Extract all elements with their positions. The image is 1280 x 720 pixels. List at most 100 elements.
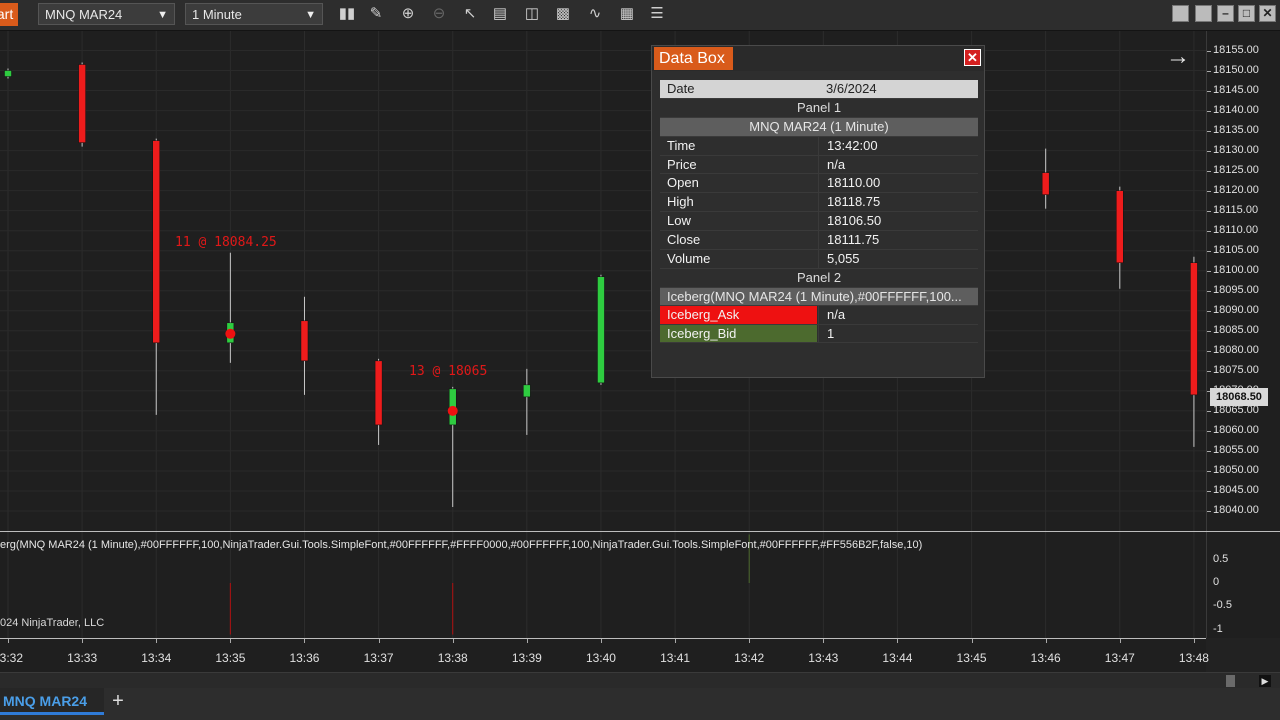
candlestick-chart	[0, 31, 1206, 638]
price-tick-mark	[1207, 490, 1211, 492]
row-label: Low	[667, 213, 691, 229]
price-tick-label: 18085.00	[1213, 323, 1259, 336]
indicator-parameters-label: erg(MNQ MAR24 (1 Minute),#00FFFFFF,100,N…	[0, 539, 923, 551]
price-tick-label: 18115.00	[1213, 203, 1259, 216]
price-tick-mark	[1207, 410, 1211, 412]
price-tick-label: 18040.00	[1213, 504, 1259, 516]
list-item: Price n/a	[660, 155, 978, 175]
iceberg-marker	[225, 328, 236, 339]
row-value: 13:42:00	[818, 136, 978, 155]
maximize-icon[interactable]: □	[1238, 5, 1255, 22]
tab-mnq-mar24[interactable]: MNQ MAR24	[0, 688, 104, 715]
price-tick-mark	[1207, 330, 1211, 332]
price-tick-label: 18110.00	[1213, 223, 1259, 236]
data-box-window[interactable]: Data Box ✕ Date 3/6/2024 Panel 1 MNQ MAR…	[651, 45, 985, 378]
price-tick-mark	[1207, 90, 1211, 92]
indicator-tick-label: -0.5	[1213, 599, 1232, 612]
candle-body	[523, 384, 531, 398]
candle-body	[597, 276, 605, 384]
price-tick-label: 18080.00	[1213, 343, 1259, 356]
list-item: Time 13:42:00	[660, 136, 978, 156]
price-tick-label: 18050.00	[1213, 463, 1259, 476]
candle-body	[78, 64, 86, 143]
price-tick-label: 18125.00	[1213, 163, 1259, 176]
iceberg-bid-row: Iceberg_Bid 1	[660, 324, 978, 344]
price-tick-label: 18130.00	[1213, 143, 1259, 156]
price-tick-label: 18075.00	[1213, 363, 1259, 376]
row-value: 5,055	[818, 250, 978, 268]
price-tick-mark	[1207, 50, 1211, 52]
iceberg-bid-label: Iceberg_Bid	[660, 324, 817, 343]
price-tick-mark	[1207, 370, 1211, 372]
price-tick-label: 18090.00	[1213, 303, 1259, 316]
price-tick-mark	[1207, 511, 1211, 512]
iceberg-ask-label: Iceberg_Ask	[660, 305, 817, 324]
add-tab-button[interactable]: +	[107, 690, 129, 714]
candle-body	[1116, 190, 1124, 263]
price-axis[interactable]: 18155.00 18150.00 18145.00 18140.00 18135.00…	[1206, 31, 1280, 531]
price-tick-mark	[1207, 430, 1211, 432]
price-tick-label: 18095.00	[1213, 283, 1259, 296]
price-tick-mark	[1207, 150, 1211, 152]
iceberg-annotation: 11 @ 18084.25	[175, 235, 277, 250]
instrument-row: MNQ MAR24 (1 Minute)	[660, 117, 978, 137]
price-tick-label: 18120.00	[1213, 183, 1259, 196]
row-value: 18106.50	[818, 212, 978, 231]
iceberg-bid-value: 1	[818, 324, 978, 343]
list-item: Volume 5,055	[660, 250, 978, 269]
panel-2-header: Panel 2	[660, 269, 978, 288]
list-item: Open 18110.00	[660, 174, 978, 194]
price-tick-mark	[1207, 350, 1211, 352]
scroll-right-icon[interactable]: ▶	[1259, 675, 1271, 687]
price-tick-label: 18055.00	[1213, 443, 1259, 456]
price-tick-mark	[1207, 230, 1211, 232]
price-tick-mark	[1207, 270, 1211, 272]
row-label: Close	[667, 232, 701, 248]
candle-body	[152, 140, 160, 344]
iceberg-ask-value: n/a	[818, 305, 978, 324]
price-tick-mark	[1207, 110, 1211, 112]
price-tick-mark	[1207, 290, 1211, 292]
price-tick-label: 18150.00	[1213, 63, 1259, 76]
price-tick-mark	[1207, 170, 1211, 172]
price-tick-label: 18155.00	[1213, 43, 1259, 56]
scroll-thumb[interactable]	[1226, 675, 1235, 687]
indicator-axis[interactable]: 0.5 0 -0.5 -1	[1206, 532, 1280, 638]
price-tick-mark	[1207, 250, 1211, 252]
price-tick-mark	[1207, 70, 1211, 72]
candle-body	[1041, 172, 1050, 195]
row-label: High	[667, 194, 694, 210]
price-tick-mark	[1207, 470, 1211, 472]
list-item: High 18118.75	[660, 193, 978, 213]
row-label: Volume	[667, 251, 711, 267]
row-value: 18111.75	[818, 231, 978, 250]
close-icon[interactable]: ✕	[964, 49, 981, 66]
data-box-title: Data Box	[654, 47, 733, 70]
iceberg-ask-row: Iceberg_Ask n/a	[660, 305, 978, 325]
tab-bar: MNQ MAR24 +	[0, 688, 1280, 720]
row-label: Time	[667, 137, 696, 153]
indicator-tick-label: 0	[1213, 576, 1220, 588]
date-value: 3/6/2024	[826, 81, 877, 96]
minimize-icon[interactable]: –	[1217, 5, 1234, 22]
date-label: Date	[667, 81, 695, 96]
candle-body	[1190, 262, 1198, 396]
price-tick-label: 18145.00	[1213, 83, 1259, 96]
close-window-icon[interactable]: ✕	[1259, 5, 1276, 22]
data-box-table: Date 3/6/2024 Panel 1 MNQ MAR24 (1 Minut…	[660, 80, 978, 344]
indicator-row: Iceberg(MNQ MAR24 (1 Minute),#00FFFFFF,1…	[660, 287, 978, 306]
panel-1-header: Panel 1	[660, 99, 978, 118]
list-item: Close 18111.75	[660, 231, 978, 251]
date-row: Date 3/6/2024	[660, 80, 978, 99]
iceberg-annotation: 13 @ 18065	[409, 364, 488, 379]
candle-body	[374, 360, 383, 426]
list-item: Low 18106.50	[660, 212, 978, 232]
row-value: n/a	[818, 155, 978, 174]
copyright-label: 024 NinjaTrader, LLC	[0, 617, 105, 629]
indicator-tick-label: 0.5	[1213, 552, 1229, 565]
price-tick-label: 18135.00	[1213, 123, 1259, 136]
price-tick-mark	[1207, 450, 1211, 452]
arrow-right-icon[interactable]: →	[1166, 43, 1190, 71]
horizontal-scrollbar[interactable]: ▶	[0, 672, 1280, 689]
price-tick-mark	[1207, 190, 1211, 192]
